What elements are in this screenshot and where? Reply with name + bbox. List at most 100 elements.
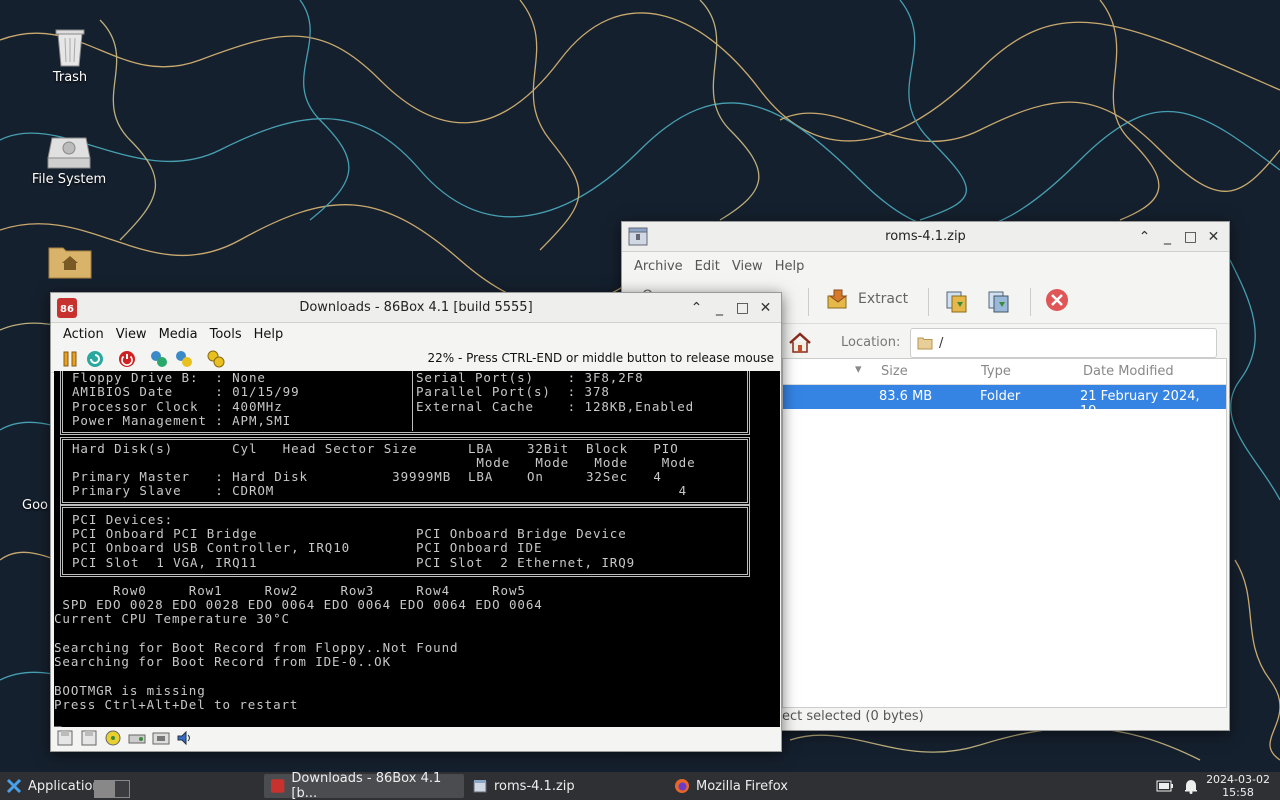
- cdrom-icon[interactable]: [104, 730, 122, 746]
- floppy-a-icon[interactable]: [56, 730, 74, 746]
- desktop-icon-trash[interactable]: Trash: [20, 24, 120, 85]
- notification-bell-icon[interactable]: [1184, 778, 1198, 794]
- menu-action[interactable]: Action: [57, 327, 110, 342]
- add-files-button[interactable]: [944, 288, 970, 314]
- desktop-icon-file-system[interactable]: File System: [19, 134, 119, 187]
- applications-menu-button[interactable]: Applications: [0, 774, 107, 798]
- extract-label: Extract: [858, 291, 909, 307]
- hard-disk-icon[interactable]: [128, 730, 146, 746]
- workspace-indicator: [95, 781, 115, 797]
- task-label: Downloads - 86Box 4.1 [b...: [291, 771, 442, 800]
- archive-titlebar[interactable]: roms-4.1.zip ⌃ _ □ ✕: [622, 222, 1229, 252]
- pci-left: PCI Onboard PCI Bridge PCI Onboard USB C…: [72, 526, 351, 570]
- cpu-temperature-line: Current CPU Temperature 30°C: [54, 611, 290, 626]
- settings-icon[interactable]: [206, 349, 226, 369]
- clock-date: 2024-03-02: [1206, 773, 1270, 786]
- add-folder-button[interactable]: [986, 288, 1012, 314]
- floppy-b-icon[interactable]: [80, 730, 98, 746]
- add-folder-icon: [988, 291, 1009, 313]
- vertical-divider: [412, 371, 413, 431]
- menu-view[interactable]: View: [110, 327, 153, 342]
- folder-icon: [917, 337, 933, 350]
- location-field[interactable]: /: [910, 328, 1217, 358]
- xfce-logo-icon: [6, 778, 22, 794]
- menu-help[interactable]: Help: [248, 327, 290, 342]
- ctrl-alt-esc-icon[interactable]: [174, 349, 194, 369]
- power-icon[interactable]: [117, 349, 137, 369]
- home-folder-icon: [48, 247, 92, 279]
- column-date-modified[interactable]: Date Modified: [1083, 364, 1174, 379]
- chevron-up-icon[interactable]: ⌃: [1133, 226, 1156, 248]
- close-button[interactable]: ✕: [1202, 226, 1225, 248]
- menu-archive[interactable]: Archive: [628, 259, 689, 274]
- archive-icon: [473, 780, 487, 793]
- archive-status: ect selected (0 bytes): [782, 709, 924, 724]
- menu-help[interactable]: Help: [769, 259, 811, 274]
- boot-search-lines: Searching for Boot Record from Floppy..N…: [54, 640, 459, 670]
- location-label: Location:: [841, 335, 901, 350]
- desktop-icon-home[interactable]: [20, 242, 120, 282]
- 86box-title: Downloads - 86Box 4.1 [build 5555]: [299, 300, 533, 315]
- menu-edit[interactable]: Edit: [689, 259, 726, 274]
- sound-icon[interactable]: [176, 730, 194, 746]
- task-label: Mozilla Firefox: [696, 778, 788, 794]
- boot-error-lines: BOOTMGR is missing Press Ctrl+Alt+Del to…: [54, 683, 299, 727]
- 86box-titlebar[interactable]: 86 Downloads - 86Box 4.1 [build 5555] ⌃ …: [51, 293, 781, 323]
- extract-icon: [827, 289, 848, 309]
- system-info-left: Floppy Drive B: : None AMIBIOS Date : 01…: [72, 371, 300, 428]
- workspace-switcher[interactable]: [94, 780, 130, 798]
- column-type[interactable]: Type: [981, 364, 1011, 379]
- hard-drive-icon: [47, 137, 91, 169]
- desktop-icon-google[interactable]: Goo: [0, 498, 50, 513]
- task-label: roms-4.1.zip: [494, 778, 575, 794]
- desktop-icon-label: Goo: [22, 498, 48, 513]
- clock[interactable]: 2024-03-02 15:58: [1206, 773, 1270, 799]
- add-files-icon: [946, 291, 967, 313]
- table-row[interactable]: 83.6 MB Folder 21 February 2024, 19...: [783, 385, 1226, 419]
- firefox-icon: [675, 779, 689, 793]
- desktop-icon-label: Trash: [52, 70, 88, 85]
- ctrl-alt-del-icon[interactable]: [149, 349, 169, 369]
- reset-icon[interactable]: [85, 349, 105, 369]
- desktop-icon-label: File System: [31, 172, 107, 187]
- 86box-menubar: Action View Media Tools Help: [51, 323, 781, 345]
- column-size[interactable]: Size: [881, 364, 908, 379]
- maximize-button[interactable]: □: [731, 297, 754, 319]
- system-info-right: Serial Port(s) : 3F8,2F8 Parallel Port(s…: [416, 371, 695, 414]
- clock-time: 15:58: [1222, 786, 1254, 799]
- task-archive[interactable]: roms-4.1.zip: [466, 774, 664, 798]
- minimize-button[interactable]: _: [708, 297, 731, 319]
- 86box-window[interactable]: 86 Downloads - 86Box 4.1 [build 5555] ⌃ …: [50, 292, 782, 752]
- stop-button[interactable]: [1045, 288, 1069, 312]
- 86box-statusbar: [54, 727, 780, 749]
- home-icon[interactable]: [788, 331, 812, 355]
- location-value: /: [939, 335, 944, 351]
- menu-view[interactable]: View: [726, 259, 769, 274]
- task-firefox[interactable]: Mozilla Firefox: [668, 774, 866, 798]
- menu-media[interactable]: Media: [153, 327, 204, 342]
- minimize-button[interactable]: _: [1156, 226, 1179, 248]
- archive-menubar: Archive Edit View Help: [622, 252, 1229, 280]
- pci-right: PCI Onboard Bridge Device PCI Onboard ID…: [416, 526, 636, 570]
- toolbar-separator: [808, 288, 809, 316]
- extract-button[interactable]: Extract: [826, 288, 908, 310]
- cell-date: 21 February 2024, 19...: [1080, 389, 1200, 419]
- sort-chevron-down-icon[interactable]: ▾: [855, 362, 862, 377]
- chevron-up-icon[interactable]: ⌃: [685, 297, 708, 319]
- task-86box[interactable]: Downloads - 86Box 4.1 [b...: [264, 771, 464, 800]
- maximize-button[interactable]: □: [1179, 226, 1202, 248]
- cell-size: 83.6 MB: [879, 389, 933, 404]
- close-button[interactable]: ✕: [754, 297, 777, 319]
- network-icon[interactable]: [152, 730, 170, 746]
- toolbar-separator: [1030, 288, 1031, 316]
- stop-icon: [1046, 289, 1068, 311]
- emulator-screen[interactable]: Floppy Drive B: : None AMIBIOS Date : 01…: [54, 371, 780, 727]
- cell-type: Folder: [980, 389, 1021, 404]
- battery-icon[interactable]: [1156, 780, 1174, 792]
- file-list[interactable]: ▾ Size Type Date Modified 83.6 MB Folder…: [782, 358, 1227, 708]
- 86box-icon: [270, 779, 285, 793]
- pause-icon[interactable]: [60, 349, 80, 369]
- menu-tools[interactable]: Tools: [204, 327, 248, 342]
- hard-disk-rows: Primary Master : Hard Disk 39999MB LBA O…: [72, 469, 688, 499]
- hard-disk-header: Hard Disk(s) Cyl Head Sector Size LBA 32…: [72, 441, 696, 471]
